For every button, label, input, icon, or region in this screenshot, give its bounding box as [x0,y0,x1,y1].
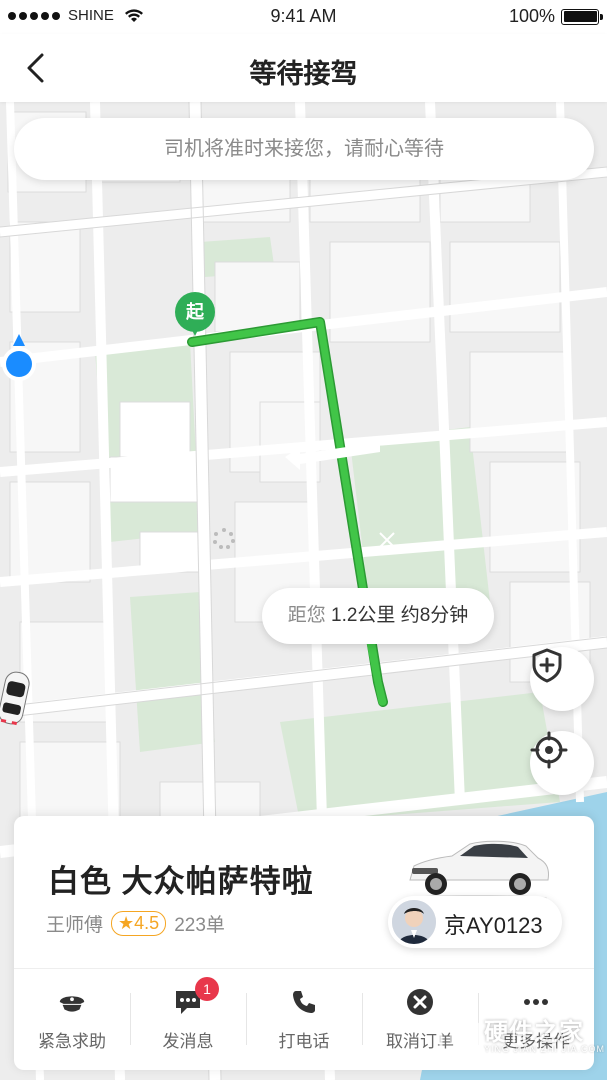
action-label: 发消息 [162,1032,214,1051]
police-icon [59,996,85,1012]
send-message-button[interactable]: 1 发消息 [130,969,246,1070]
shield-plus-icon [532,648,562,683]
nav-bar: 等待接驾 [0,34,607,102]
unread-badge: 1 [195,977,219,1001]
action-label: 打电话 [278,1032,330,1051]
status-right: 100% [508,6,603,27]
car-image [407,840,549,901]
watermark-subtext: YING JIAN ZHI JIA.COM [484,1044,606,1054]
locate-button[interactable] [530,731,594,795]
my-location-icon [2,334,36,381]
phone-icon [293,991,315,1013]
battery-icon [561,8,603,25]
plate-pill: 京AY0123 [388,896,562,948]
safety-shield-button[interactable] [530,647,594,711]
driver-rating: ★4.5 [111,911,167,936]
battery-percent: 100% [508,6,555,26]
status-bar: SHINE 9:41 AM 100% [0,0,607,34]
watermark: 硬件之家 YING JIAN ZHI JIA.COM [436,1008,607,1072]
eta-text: 1.2公里 约8分钟 [331,605,469,626]
driver-row: 王师傅 ★4.5 223单 [46,910,225,937]
license-plate: 京AY0123 [444,913,543,938]
eta-prefix: 距您 [287,605,326,626]
watermark-text: 硬件之家 [484,1019,584,1046]
driver-avatar [392,900,436,944]
cancel-icon [407,989,433,1015]
page-title: 等待接驾 [249,59,358,89]
park-area [350,427,490,612]
action-label: 紧急求助 [38,1032,106,1051]
notice-banner: 司机将准时来接您，请耐心等待 [14,118,594,180]
emergency-button[interactable]: 紧急求助 [14,969,130,1070]
car-name: 白色 大众帕萨特啦 [48,864,314,899]
call-button[interactable]: 打电话 [246,969,362,1070]
watermark-logo [439,1012,481,1061]
start-point-marker[interactable]: 起 [175,292,215,342]
driver-name: 王师傅 [46,915,104,936]
eta-bubble: 距您 1.2公里 约8分钟 [262,588,494,644]
driver-orders: 223单 [174,915,225,936]
crosshair-icon [530,731,568,769]
